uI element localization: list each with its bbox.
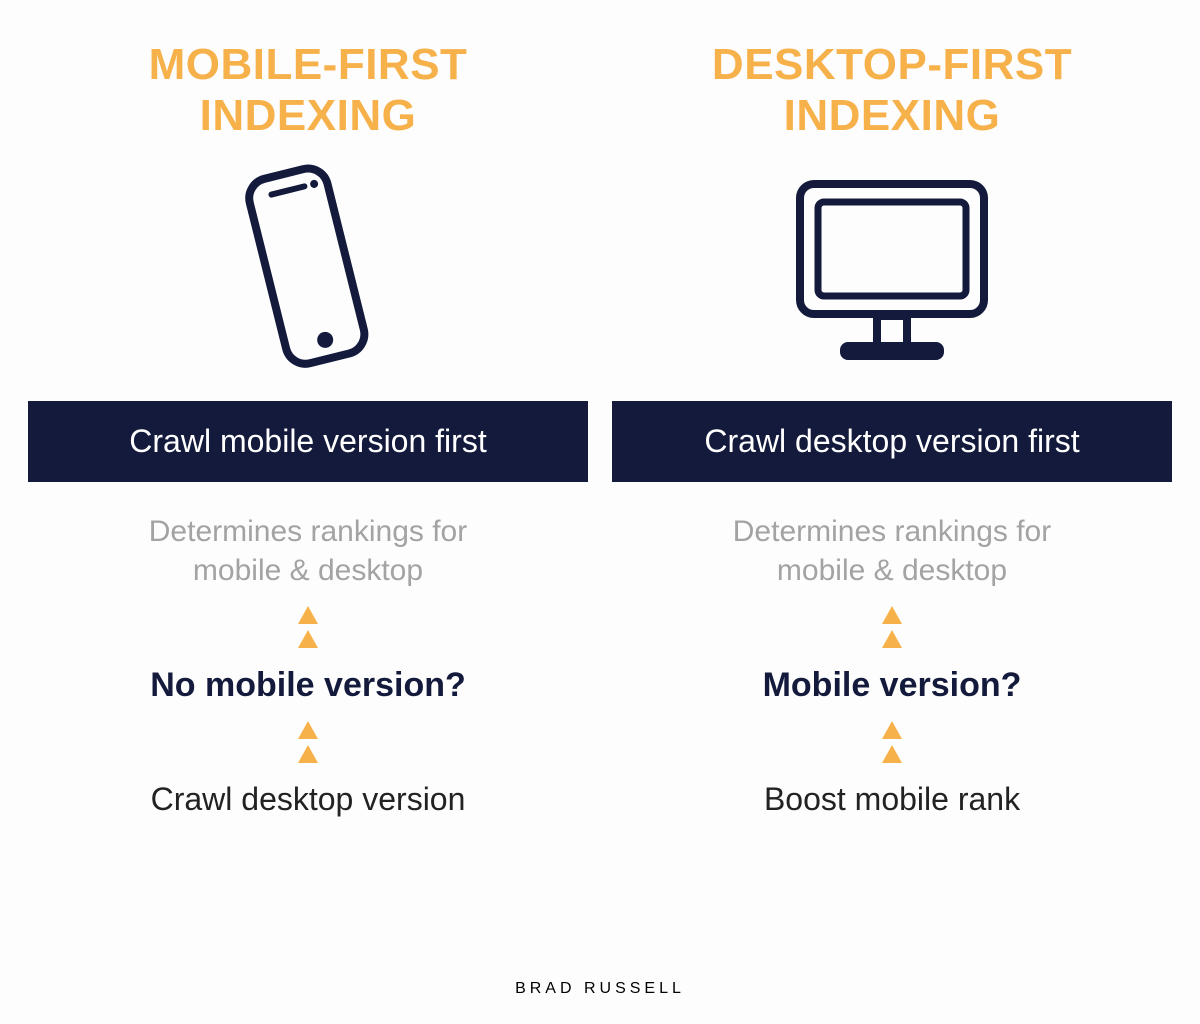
mobile-final-step: Crawl desktop version — [151, 781, 466, 818]
down-arrow-icon — [878, 606, 906, 650]
title-line-2: INDEXING — [200, 91, 417, 140]
mobile-first-title: MOBILE-FIRST INDEXING — [149, 40, 468, 141]
mobile-banner: Crawl mobile version first — [28, 401, 588, 482]
attribution-footer: BRAD RUSSELL — [0, 980, 1200, 998]
smartphone-icon — [233, 141, 383, 401]
desktop-banner: Crawl desktop version first — [612, 401, 1172, 482]
desktop-monitor-icon — [782, 141, 1002, 401]
title-line-2: INDEXING — [784, 91, 1001, 140]
desktop-rank-description: Determines rankings for mobile & desktop — [733, 512, 1051, 590]
comparison-container: MOBILE-FIRST INDEXING Crawl mobile versi… — [0, 0, 1200, 818]
mobile-first-column: MOBILE-FIRST INDEXING Crawl mobile versi… — [28, 40, 588, 818]
title-line-1: DESKTOP-FIRST — [712, 40, 1072, 89]
desktop-first-title: DESKTOP-FIRST INDEXING — [712, 40, 1072, 141]
muted-line-2: mobile & desktop — [193, 554, 423, 587]
desktop-final-step: Boost mobile rank — [764, 781, 1020, 818]
down-arrow-icon — [294, 721, 322, 765]
mobile-rank-description: Determines rankings for mobile & desktop — [149, 512, 467, 590]
muted-line-1: Determines rankings for — [149, 515, 467, 548]
mobile-question: No mobile version? — [150, 666, 466, 705]
down-arrow-icon — [878, 721, 906, 765]
title-line-1: MOBILE-FIRST — [149, 40, 468, 89]
muted-line-1: Determines rankings for — [733, 515, 1051, 548]
desktop-question: Mobile version? — [763, 666, 1022, 705]
down-arrow-icon — [294, 606, 322, 650]
muted-line-2: mobile & desktop — [777, 554, 1007, 587]
desktop-first-column: DESKTOP-FIRST INDEXING Crawl desktop ver… — [612, 40, 1172, 818]
